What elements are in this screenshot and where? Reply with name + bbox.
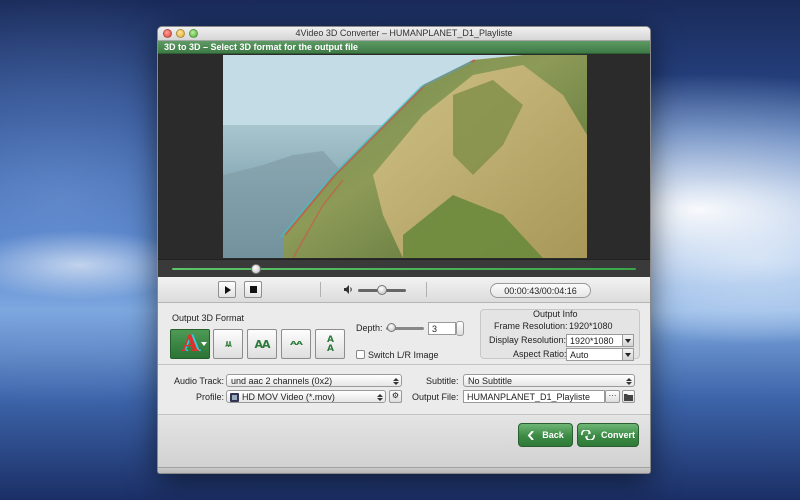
top-bottom-half-icon: AA [290,341,303,347]
top-bottom-full-icon: AA [325,335,336,353]
play-icon [225,285,231,294]
aspect-ratio-label: Aspect Ratio: [513,349,567,359]
display-resolution-value: 1920*1080 [570,336,614,346]
depth-value-field[interactable]: 3 [428,322,456,335]
format-top-bottom-half-button[interactable]: AA [281,329,311,359]
seek-track[interactable] [172,268,636,270]
depth-label: Depth: [356,323,383,333]
display-resolution-select[interactable]: 1920*1080 [566,334,634,347]
format-side-by-side-full-button[interactable]: AA [247,329,277,359]
volume-slider-handle[interactable] [377,285,387,295]
playback-controls: 00:00:43/00:04:16 [158,277,650,303]
switch-lr-label: Switch L/R Image [368,350,439,360]
play-button[interactable] [218,281,236,298]
back-button[interactable]: Back [518,423,573,447]
audio-track-label: Audio Track: [174,376,225,386]
status-bar [158,467,650,473]
chevron-updown-icon [393,378,399,385]
audio-track-value: und aac 2 channels (0x2) [231,376,333,386]
depth-stepper[interactable] [456,321,464,336]
gear-icon: ⚙ [391,391,400,400]
profile-label: Profile: [196,392,225,402]
stop-button[interactable] [244,281,262,298]
display-resolution-label: Display Resolution: [489,335,567,345]
switch-lr-checkbox[interactable] [356,350,365,359]
speaker-icon[interactable] [344,285,354,294]
frame-resolution-label: Frame Resolution: [494,321,568,331]
format-anaglyph-button[interactable]: A [170,329,210,359]
divider [426,282,427,297]
output-settings-panel: Audio Track: und aac 2 channels (0x2) Pr… [158,365,650,415]
chevron-down-icon[interactable] [622,349,633,360]
chevron-updown-icon [626,378,632,385]
seek-handle[interactable] [250,264,261,274]
output-info-group: Output Info Frame Resolution: 1920*1080 … [480,309,640,361]
convert-icon [581,430,595,440]
chevron-down-icon[interactable] [622,335,633,346]
subtitle-label: Subtitle: [426,376,459,386]
format-top-bottom-full-button[interactable]: AA [315,329,345,359]
chevron-down-icon [201,342,207,346]
title-bar[interactable]: 4Video 3D Converter – HUMANPLANET_D1_Pla… [158,27,650,41]
profile-settings-button[interactable]: ⚙ [389,390,402,403]
chevron-updown-icon [377,394,383,401]
aspect-ratio-value: Auto [570,350,589,360]
convert-button-label: Convert [600,430,635,440]
output-info-heading: Output Info [533,309,578,319]
output-3d-format-label: Output 3D Format [172,313,245,323]
open-folder-button[interactable] [622,390,635,403]
convert-button[interactable]: Convert [577,423,639,447]
audio-track-select[interactable]: und aac 2 channels (0x2) [226,374,402,387]
folder-icon [624,394,633,401]
video-frame-image [223,55,587,258]
profile-select[interactable]: HD MOV Video (*.mov) [226,390,386,403]
format-side-by-side-half-button[interactable]: AA [213,329,243,359]
film-icon [230,393,239,402]
side-by-side-half-icon: AA [225,339,231,349]
stop-icon [249,286,257,293]
format-settings-panel: Output 3D Format A AA AA AA AA Depth: 3 … [158,303,650,365]
app-window: 4Video 3D Converter – HUMANPLANET_D1_Pla… [157,26,651,474]
depth-slider-handle[interactable] [387,323,396,332]
back-button-label: Back [542,430,564,440]
side-by-side-full-icon: AA [254,337,270,351]
back-arrow-icon [527,430,534,440]
browse-button[interactable]: ··· [605,390,620,403]
window-title: 4Video 3D Converter – HUMANPLANET_D1_Pla… [295,28,513,38]
preview-area [158,54,650,259]
footer-bar: Back Convert [158,415,650,473]
seek-bar[interactable] [158,259,650,277]
step-header: 3D to 3D – Select 3D format for the outp… [158,41,650,54]
video-preview [223,55,587,258]
profile-value: HD MOV Video (*.mov) [242,392,335,402]
anaglyph-icon: A [181,331,199,357]
frame-resolution-value: 1920*1080 [569,321,613,331]
aspect-ratio-select[interactable]: Auto [566,348,634,361]
divider [320,282,321,297]
time-display: 00:00:43/00:04:16 [490,283,591,298]
subtitle-select[interactable]: No Subtitle [463,374,635,387]
subtitle-value: No Subtitle [468,376,513,386]
output-file-label: Output File: [412,392,459,402]
output-file-field[interactable]: HUMANPLANET_D1_Playliste [463,390,605,403]
